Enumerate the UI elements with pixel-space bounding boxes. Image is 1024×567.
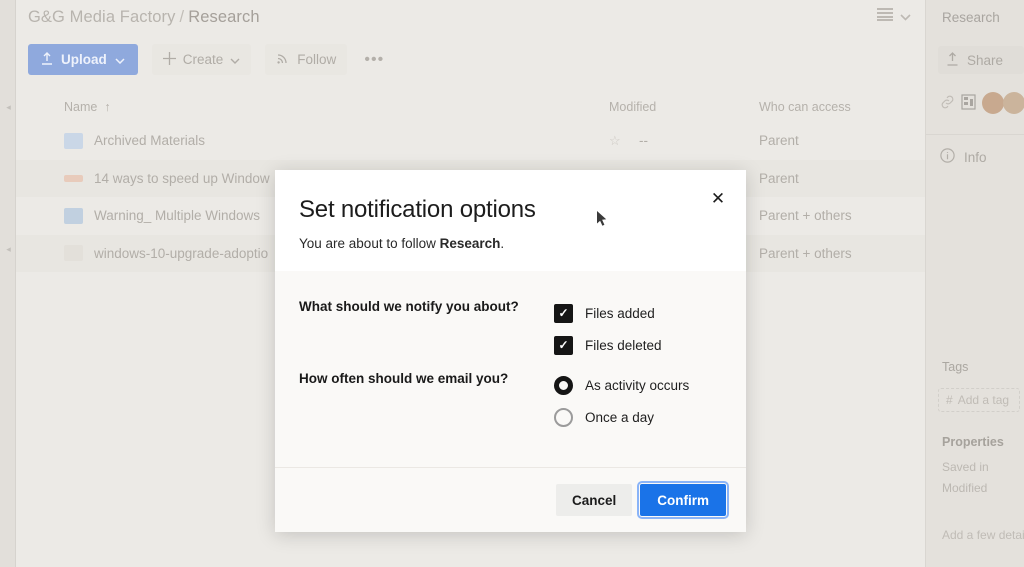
frequency-section: How often should we email you? As activi… — [299, 369, 722, 433]
notify-question-label: What should we notify you about? — [299, 297, 554, 361]
share-button[interactable]: Share — [938, 46, 1024, 74]
modified-label: Modified — [942, 481, 987, 495]
table-header-row: Name ↑ Modified Who can access — [16, 92, 925, 122]
dialog-footer: Cancel Confirm — [275, 467, 746, 532]
radio-label: Once a day — [585, 410, 654, 425]
table-row[interactable]: Archived Materials ☆ -- Parent — [16, 122, 925, 160]
mouse-cursor — [596, 210, 608, 228]
details-panel: Research Share — [925, 0, 1024, 567]
follow-button-label: Follow — [297, 52, 336, 67]
checkbox-label: Files added — [585, 306, 655, 321]
rss-follow-icon — [276, 51, 290, 68]
confirm-button[interactable]: Confirm — [640, 484, 726, 516]
people-row[interactable] — [940, 92, 1024, 114]
avatar[interactable] — [1003, 92, 1024, 114]
file-name-label: Archived Materials — [94, 133, 205, 148]
dialog-subtitle-target: Research — [440, 236, 501, 251]
breadcrumb-separator: / — [180, 8, 185, 26]
left-rail[interactable]: ◂ ◂ — [0, 0, 16, 567]
breadcrumb: G&G Media Factory/Research — [28, 8, 260, 27]
document-file-icon — [64, 245, 83, 261]
checkbox-label: Files deleted — [585, 338, 662, 353]
radio-label: As activity occurs — [585, 378, 689, 393]
view-toggle[interactable] — [877, 8, 911, 26]
app-window: ◂ ◂ G&G Media Factory/Research — [0, 0, 1024, 567]
add-details-label: Add a few detai — [942, 528, 1024, 542]
folder-icon — [64, 133, 83, 149]
radio-selected-icon — [554, 376, 573, 395]
info-button[interactable]: Info — [940, 148, 987, 166]
hash-icon: # — [946, 393, 953, 407]
radio-as-activity-occurs[interactable]: As activity occurs — [554, 369, 722, 401]
dialog-subtitle-prefix: You are about to follow — [299, 236, 440, 251]
notify-options: ✓ Files added ✓ Files deleted — [554, 297, 722, 361]
column-header-modified[interactable]: Modified — [609, 100, 759, 114]
access-cell: Parent + others — [759, 208, 925, 223]
notify-section: What should we notify you about? ✓ Files… — [299, 297, 722, 361]
dialog-subtitle-suffix: . — [500, 236, 504, 251]
share-icon — [946, 52, 959, 69]
close-icon[interactable]: ✕ — [705, 186, 731, 212]
access-cell: Parent — [759, 133, 925, 148]
column-header-access[interactable]: Who can access — [759, 100, 925, 114]
link-icon[interactable] — [940, 95, 955, 112]
access-cell: Parent + others — [759, 246, 925, 261]
list-view-icon[interactable] — [877, 8, 893, 26]
chevron-down-icon — [230, 52, 240, 67]
tags-section-label: Tags — [942, 360, 968, 374]
share-button-label: Share — [967, 53, 1003, 68]
file-name-label: windows-10-upgrade-adoptio — [94, 246, 268, 261]
dialog-header: Set notification options You are about t… — [275, 170, 746, 271]
toolbar: Upload Create — [28, 44, 387, 75]
details-panel-title: Research — [942, 10, 1000, 25]
info-icon — [940, 148, 955, 166]
avatar[interactable] — [982, 92, 1004, 114]
info-button-label: Info — [964, 150, 987, 165]
pdf-file-icon — [64, 175, 83, 182]
chevron-down-icon — [115, 52, 125, 67]
sort-ascending-icon: ↑ — [104, 100, 110, 114]
add-tag-button[interactable]: # Add a tag — [938, 388, 1020, 412]
saved-in-label: Saved in — [942, 460, 989, 474]
radio-unselected-icon — [554, 408, 573, 427]
frequency-question-label: How often should we email you? — [299, 369, 554, 433]
plus-icon — [163, 52, 176, 68]
access-cell: Parent — [759, 171, 925, 186]
frequency-options: As activity occurs Once a day — [554, 369, 722, 433]
upload-arrow-icon — [41, 52, 53, 68]
file-name-label: 14 ways to speed up Window — [94, 171, 270, 186]
rail-collapse-arrow-top[interactable]: ◂ — [4, 103, 13, 112]
upload-button-label: Upload — [61, 52, 107, 67]
checkbox-files-added[interactable]: ✓ Files added — [554, 297, 722, 329]
dialog-body: What should we notify you about? ✓ Files… — [275, 271, 746, 467]
properties-section-label: Properties — [942, 435, 1004, 449]
column-header-name[interactable]: Name ↑ — [64, 100, 609, 114]
file-name-cell[interactable]: Archived Materials — [64, 133, 609, 149]
dialog-title: Set notification options — [299, 196, 722, 224]
breadcrumb-root[interactable]: G&G Media Factory — [28, 8, 176, 26]
checkmark-icon: ✓ — [554, 304, 573, 323]
create-button[interactable]: Create — [152, 44, 252, 75]
radio-once-a-day[interactable]: Once a day — [554, 401, 722, 433]
file-name-label: Warning_ Multiple Windows — [94, 208, 260, 223]
favorite-star-icon[interactable]: ☆ — [609, 133, 639, 149]
chevron-down-icon[interactable] — [900, 8, 911, 26]
more-options-button[interactable]: ••• — [361, 47, 387, 73]
panel-divider — [926, 134, 1024, 135]
breadcrumb-current: Research — [188, 8, 259, 26]
column-header-name-label: Name — [64, 100, 97, 114]
rail-collapse-arrow-bottom[interactable]: ◂ — [4, 245, 13, 254]
organization-icon — [961, 94, 976, 113]
dialog-subtitle: You are about to follow Research. — [299, 236, 722, 251]
checkbox-files-deleted[interactable]: ✓ Files deleted — [554, 329, 722, 361]
notification-options-dialog: Set notification options You are about t… — [275, 170, 746, 532]
modified-cell: -- — [639, 133, 759, 148]
upload-button[interactable]: Upload — [28, 44, 138, 75]
cancel-button[interactable]: Cancel — [556, 484, 632, 516]
create-button-label: Create — [183, 52, 224, 67]
powerpoint-file-icon — [64, 208, 83, 224]
checkmark-icon: ✓ — [554, 336, 573, 355]
follow-button[interactable]: Follow — [265, 44, 347, 75]
add-tag-label: Add a tag — [958, 393, 1009, 407]
